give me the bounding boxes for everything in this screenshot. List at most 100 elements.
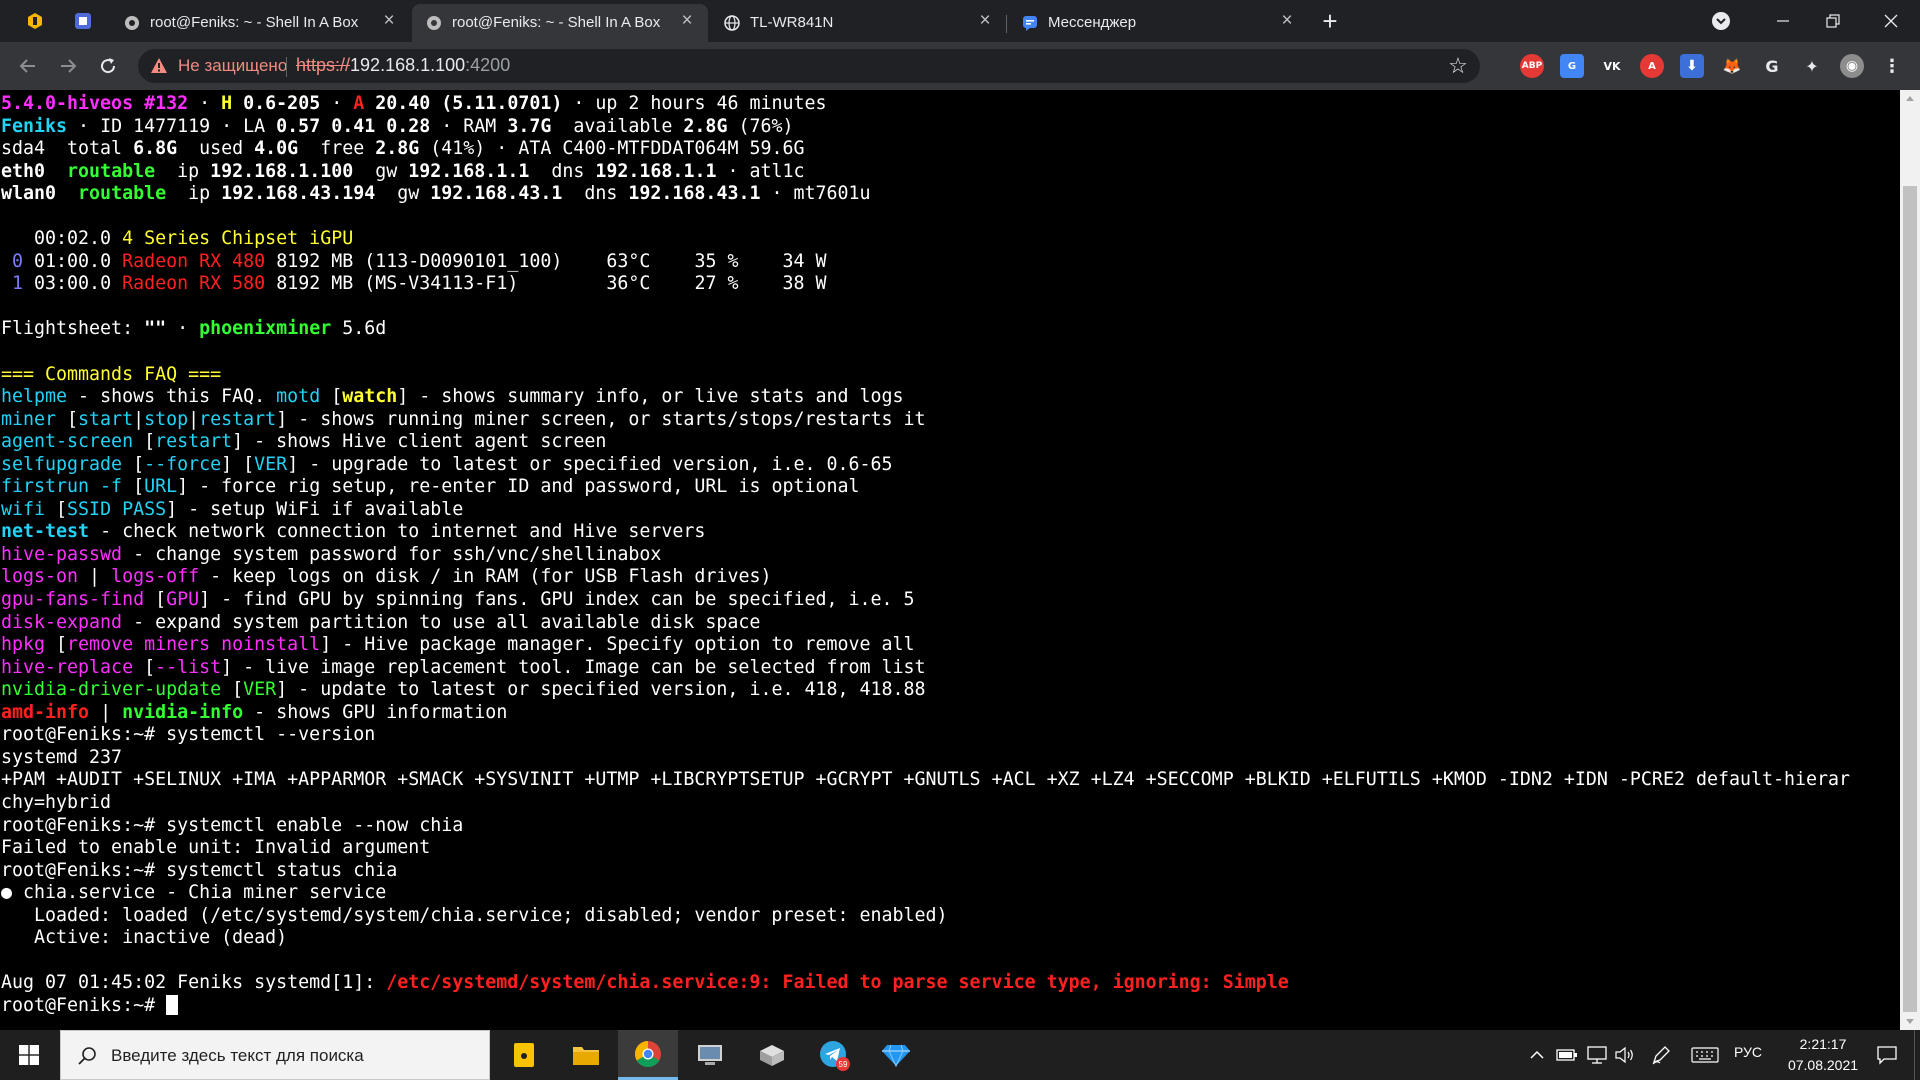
terminal-text: gw [353,160,409,182]
terminal-text: 03:00.0 [34,273,123,295]
tab-shellinabox-1[interactable]: root@Feniks: ~ - Shell In A Box × [110,4,410,42]
network-monitor-icon[interactable] [1586,1044,1608,1066]
terminal-text: 192.168.43.1 [430,183,563,205]
terminal-text: Active: inactive (dead) [1,927,288,949]
taskbar-app-notepad[interactable] [494,1030,554,1080]
tray-overflow-chevron-icon[interactable] [1526,1044,1548,1066]
close-icon[interactable]: × [976,11,994,30]
restore-button[interactable] [1810,0,1856,42]
terminal-text: URL [144,476,178,498]
terminal-text: root@Feniks:~# systemctl --version [1,724,376,746]
terminal-text: (76%) [727,115,794,137]
address-bar[interactable]: Не защищено https://192.168.1.100:4200 ☆ [138,49,1480,83]
terminal-text: helpme [1,386,68,408]
google-translate-extension-icon[interactable]: G [1560,54,1584,78]
chevron-down-circle-icon [1712,12,1730,30]
grammarly-extension-icon[interactable]: G [1760,54,1784,78]
terminal-text: ] - shows running miner screen, or start… [276,408,926,430]
touch-keyboard-icon[interactable] [1690,1044,1720,1066]
download-extension-icon[interactable]: ⬇ [1680,54,1704,78]
tab-separator [1006,15,1007,33]
terminal-text: 63°C 35 % 34 W [606,250,827,272]
taskbar-app-telegram[interactable]: 59 [804,1030,864,1080]
tab-tl-wr841n[interactable]: TL-WR841N × [710,4,1006,42]
close-icon[interactable]: × [678,11,696,30]
taskbar-app-diamond[interactable] [866,1030,926,1080]
adblock-plus-extension-icon[interactable]: ABP [1520,54,1544,78]
scroll-up-arrow-icon[interactable] [1900,90,1920,106]
close-icon[interactable]: × [1278,11,1296,30]
notes-app-icon [75,13,91,29]
tab-messenger[interactable]: Мессенджер × [1008,4,1308,42]
taskbar-app-chrome[interactable] [618,1030,678,1080]
terminal-line: systemd 237 [1,747,1850,770]
start-button[interactable] [0,1030,58,1080]
pinned-tab-notes[interactable] [64,4,102,38]
notification-center-button[interactable] [1872,1040,1902,1070]
reload-button[interactable] [92,50,124,82]
terminal-line: helpme - shows this FAQ. motd [watch] - … [1,386,1850,409]
terminal-line: wlan0 routable ip 192.168.43.194 gw 192.… [1,183,1850,206]
taskbar-app-file-explorer[interactable] [556,1030,616,1080]
taskbar-app-remote-desktop[interactable] [680,1030,740,1080]
terminal-line: Active: inactive (dead) [1,927,1850,950]
terminal-text: start [78,408,134,430]
show-desktop-button[interactable] [1914,1030,1920,1080]
profile-avatar-icon[interactable]: ◉ [1840,54,1864,78]
terminal-text: gpu-fans-find [1,589,145,611]
input-language-indicator[interactable]: РУС [1734,1044,1762,1060]
battery-icon[interactable] [1556,1044,1578,1066]
forward-button[interactable] [52,50,84,82]
terminal-text: [ [320,386,343,408]
terminal-line: root@Feniks:~# systemctl enable --now ch… [1,815,1850,838]
minimize-button[interactable] [1760,0,1806,42]
warning-triangle-icon[interactable] [150,57,168,75]
terminal-text: · [166,318,200,340]
search-icon [78,1047,96,1065]
terminal-text: [ [133,656,156,678]
close-window-button[interactable] [1868,0,1914,42]
profile-menu-button[interactable] [1698,0,1744,42]
clock-time: 2:21:17 [1799,1036,1847,1052]
antivirus-extension-icon[interactable]: A [1640,54,1664,78]
close-icon[interactable]: × [380,11,398,30]
terminal-text: GPU [166,589,200,611]
terminal-line: logs-on | logs-off - keep logs on disk /… [1,566,1850,589]
pen-ink-icon[interactable] [1650,1044,1672,1066]
shellinabox-terminal[interactable]: 5.4.0-hiveos #132 · H 0.6-205 · A 20.40 … [0,90,1900,1030]
terminal-line: wifi [SSID PASS] - setup WiFi if availab… [1,499,1850,522]
terminal-text: nvidia-info [122,701,244,723]
terminal-text: 192.168.43.1 [628,183,761,205]
terminal-text: gw [375,183,431,205]
taskbar-search-box[interactable]: Введите здесь текст для поиска [60,1030,490,1080]
terminal-text: VER [243,679,277,701]
terminal-text: 6.8G [133,138,178,160]
terminal-text: ] - setup WiFi if available [166,498,464,520]
extensions-puzzle-icon[interactable]: ✦ [1800,54,1824,78]
system-clock[interactable]: 2:21:17 07.08.2021 [1778,1034,1868,1076]
url-text[interactable]: https://192.168.1.100:4200 [296,55,510,76]
terminal-line: eth0 routable ip 192.168.1.100 gw 192.16… [1,161,1850,184]
metamask-extension-icon[interactable]: 🦊 [1720,54,1744,78]
vk-extension-icon[interactable]: VK [1600,54,1624,78]
scrollbar-thumb[interactable] [1903,186,1917,1012]
terminal-text: logs-off [111,566,200,588]
scroll-down-arrow-icon[interactable] [1900,1014,1920,1030]
bookmark-star-icon[interactable]: ☆ [1446,54,1470,78]
not-secure-label[interactable]: Не защищено [178,56,287,76]
browser-tab-strip: root@Feniks: ~ - Shell In A Box × root@F… [0,0,1920,42]
taskbar-app-archiver[interactable] [742,1030,802,1080]
new-tab-button[interactable]: + [1316,8,1344,36]
terminal-text: 192.168.1.1 [408,160,530,182]
tab-shellinabox-2[interactable]: root@Feniks: ~ - Shell In A Box × [412,4,708,42]
terminal-scrollbar[interactable] [1900,90,1920,1030]
volume-icon[interactable] [1614,1044,1636,1066]
pinned-tab-hiveos[interactable] [16,4,54,38]
terminal-text: firstrun -f [1,476,123,498]
menu-kebab-icon[interactable]: ⋮ [1880,54,1904,78]
back-button[interactable] [12,50,44,82]
terminal-line: gpu-fans-find [GPU] - find GPU by spinni… [1,589,1850,612]
terminal-text: logs-on [1,566,79,588]
terminal-line: 0 01:00.0 Radeon RX 480 8192 MB (113-D00… [1,251,1850,274]
